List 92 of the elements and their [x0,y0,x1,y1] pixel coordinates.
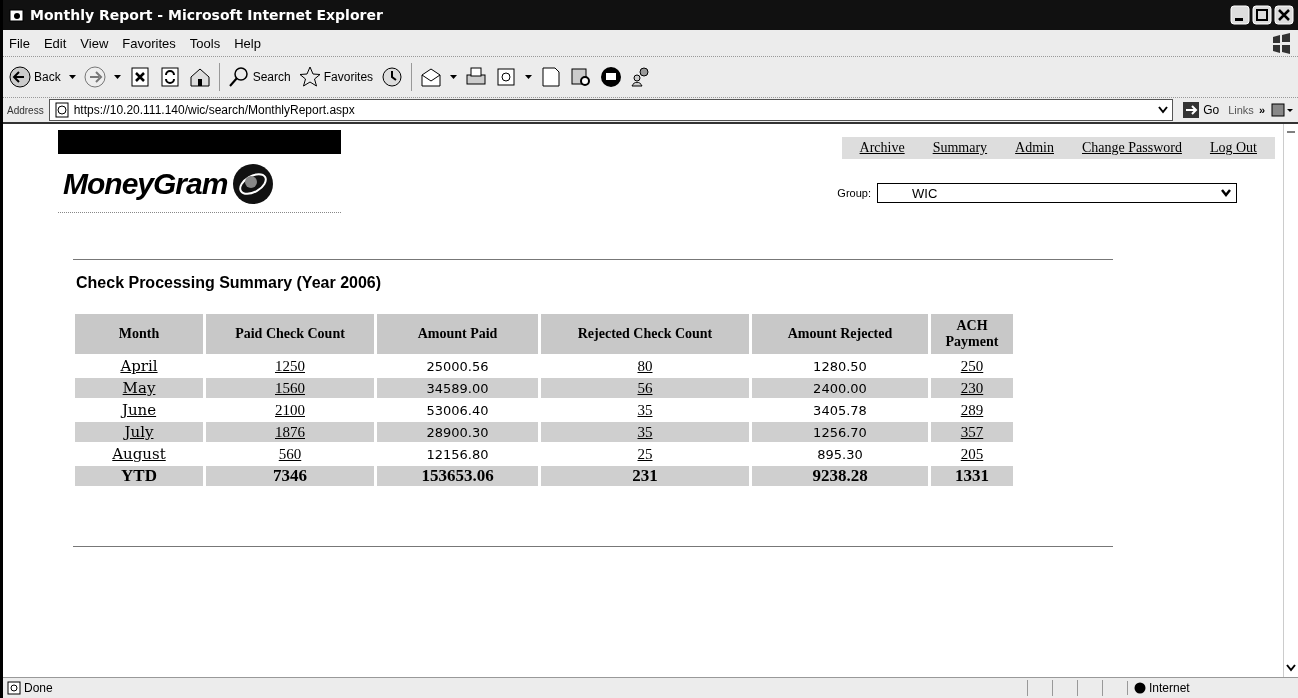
browser-icon [9,7,25,23]
column-header: Month [75,314,203,354]
table-link[interactable]: 56 [637,379,653,396]
menu-item[interactable]: Edit [43,35,67,51]
table-cell: 895.30 [817,446,863,462]
history-icon [381,66,404,88]
table-cell: 53006.40 [426,402,489,418]
dropdown-arrow-icon[interactable] [525,75,533,79]
table-cell: 153653.06 [421,466,494,485]
minimize-icon[interactable] [1230,5,1250,25]
table-link[interactable]: April [120,357,158,375]
table-link[interactable]: 35 [637,423,653,440]
table-link[interactable]: 2100 [275,401,305,418]
column-header: Paid Check Count [206,314,374,354]
address-field[interactable]: https://10.20.111.140/wic/search/MonthlyReport.aspx [48,99,1174,121]
table-cell: 3405.78 [813,402,867,418]
table-cell: 9238.28 [812,466,868,485]
table-cell: 1280.50 [813,358,867,374]
table-link[interactable]: 1250 [275,357,305,374]
printer-icon [465,66,488,88]
group-select[interactable]: WIC [877,183,1237,203]
stop-icon [128,66,151,88]
mail-icon [420,66,443,88]
dropdown-arrow-icon[interactable] [450,75,458,79]
nav-link[interactable]: Admin [1001,140,1068,156]
column-header: ACH Payment [931,314,1013,354]
table-link[interactable]: 560 [278,445,302,462]
close-icon[interactable] [1274,5,1294,25]
nav-link[interactable]: Log Out [1195,140,1271,156]
table-cell: 12156.80 [426,446,489,462]
report-title: Check Processing Summary (Year 2006) [76,274,383,292]
mail-button[interactable] [420,66,443,88]
table-link[interactable]: 35 [637,401,653,418]
menu-item[interactable]: Favorites [122,35,176,51]
forward-button[interactable] [83,66,106,88]
table-cell: 34589.00 [426,380,489,396]
windows-flag-icon [1270,32,1292,54]
nav-link[interactable]: Change Password [1068,140,1196,156]
address-label: Address [7,104,44,116]
table-link[interactable]: 25 [637,445,653,462]
dropdown-arrow-icon[interactable] [113,75,121,79]
refresh-button[interactable] [158,66,181,88]
column-header: Amount Rejected [752,314,928,354]
table-cell: 7346 [273,466,307,485]
maximize-icon[interactable] [1252,5,1272,25]
table-link[interactable]: 205 [960,445,984,462]
table-cell: 25000.56 [426,358,489,374]
home-icon [188,66,211,88]
more-links-button[interactable]: » [1258,104,1265,116]
table-cell: 28900.30 [426,424,489,440]
dropdown-arrow-icon[interactable] [68,75,76,79]
favorites-button[interactable]: Favorites [298,66,374,88]
table-link[interactable]: 1560 [275,379,305,396]
page-icon [7,681,21,695]
logo: MoneyGram [58,154,341,213]
print-button[interactable] [465,66,488,88]
table-cell: 231 [632,466,658,485]
refresh-icon [158,66,181,88]
toolbar-extension-icon[interactable] [1270,102,1294,118]
group-label: Group: [837,187,871,199]
search-icon [227,66,250,88]
menu-item[interactable]: Tools [189,35,221,51]
back-button[interactable]: Back [9,66,61,88]
status-text: Done [7,681,53,695]
table-link[interactable]: August [112,445,166,463]
table-link[interactable]: June [121,401,157,419]
column-header: Rejected Check Count [541,314,749,354]
menu-item[interactable]: View [80,35,109,51]
page-icon [53,102,70,118]
table-cell: 1256.70 [813,424,867,440]
nav-link[interactable]: Summary [918,140,1002,156]
table-cell: 2400.00 [813,380,867,396]
search-button[interactable]: Search [227,66,291,88]
table-link[interactable]: 80 [637,357,653,374]
zone-indicator: Internet [1127,681,1294,695]
table-link[interactable]: 289 [960,401,984,418]
table-cell: 1331 [955,466,989,485]
nav-link[interactable]: Archive [845,140,919,156]
window-title: Monthly Report - Microsoft Internet Explorer [30,7,384,23]
scroll-down-icon[interactable] [1285,663,1297,673]
go-button[interactable]: Go [1178,101,1224,119]
table-cell: YTD [121,466,157,485]
table-link[interactable]: 250 [960,357,984,374]
home-button[interactable] [188,66,211,88]
stop-button[interactable] [128,66,151,88]
history-button[interactable] [381,66,404,88]
star-icon [298,66,321,88]
links-button[interactable]: Links [1228,104,1254,116]
table-link[interactable]: 1876 [275,423,305,440]
menu-item[interactable]: File [9,35,30,51]
menu-item[interactable]: Help [234,35,261,51]
column-header: Amount Paid [377,314,538,354]
